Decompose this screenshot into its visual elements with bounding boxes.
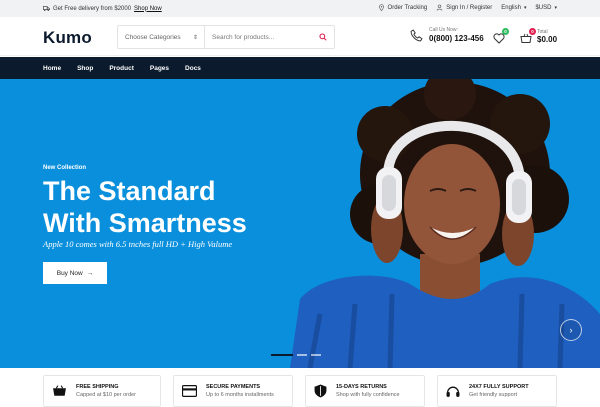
- feature-title: SECURE PAYMENTS: [206, 384, 261, 390]
- feature-subtitle: Get friendly support: [469, 392, 517, 398]
- shield-icon: [314, 384, 327, 398]
- cart-icon: [53, 384, 66, 396]
- buy-now-button[interactable]: Buy Now →: [43, 262, 107, 284]
- headset-icon: [446, 386, 460, 397]
- total-amount: $0.00: [537, 35, 558, 44]
- feature-free-shipping: FREE SHIPPING Capped at $10 per order: [43, 375, 161, 407]
- logo-text: Kumo: [43, 28, 92, 47]
- feature-title: 15-DAYS RETURNS: [336, 384, 387, 390]
- feature-subtitle: Capped at $10 per order: [76, 392, 136, 398]
- nav-item-shop[interactable]: Shop: [77, 65, 93, 72]
- chevron-down-icon: ▾: [523, 4, 527, 11]
- chevron-right-icon: ›: [569, 325, 573, 335]
- hero-title-line2: With Smartness: [43, 208, 247, 238]
- top-bar: Get Free delivery from $2000 Shop Now Or…: [0, 0, 600, 17]
- call-us[interactable]: Call Us Now: 0(800) 123-456: [410, 27, 484, 43]
- currency-select[interactable]: $USD ▾: [535, 5, 557, 11]
- promo-text: Get Free delivery from $2000: [53, 5, 132, 12]
- language-select[interactable]: English ▾: [501, 5, 526, 11]
- wishlist-button[interactable]: 0: [493, 28, 509, 49]
- search-button[interactable]: [312, 33, 334, 41]
- nav-item-product[interactable]: Product: [109, 65, 134, 72]
- location-pin-icon: [378, 4, 384, 11]
- feature-subtitle: Shop with fully confidence: [336, 392, 400, 398]
- phone-icon: [410, 28, 423, 41]
- feature-support: 24X7 FULLY SUPPORT Get friendly support: [437, 375, 557, 407]
- buy-now-label: Buy Now: [56, 269, 83, 277]
- search-placeholder: Search for products...: [212, 33, 275, 41]
- category-select[interactable]: Choose Categories ⇕: [118, 26, 205, 48]
- slider-next-button[interactable]: ›: [560, 319, 582, 341]
- features-strip: FREE SHIPPING Capped at $10 per order SEC…: [0, 368, 600, 407]
- hero-title: The Standard With Smartness: [43, 175, 303, 239]
- slider-dot[interactable]: [311, 354, 321, 356]
- category-select-label: Choose Categories: [125, 33, 181, 41]
- hero-title-line1: The Standard: [43, 176, 216, 206]
- search-input[interactable]: Search for products...: [205, 34, 312, 41]
- feature-secure-payments: SECURE PAYMENTS Up to 6 months installmen…: [173, 375, 293, 407]
- cart-button[interactable]: 0: [520, 28, 536, 49]
- cart-count: 0: [529, 28, 536, 35]
- feature-title: FREE SHIPPING: [76, 384, 119, 390]
- hero-banner: New Collection The Standard With Smartne…: [0, 79, 600, 368]
- hero-image: [290, 79, 600, 368]
- truck-icon: [43, 6, 50, 11]
- updown-icon: ⇕: [192, 34, 198, 41]
- account-label: Sign In / Register: [446, 4, 493, 11]
- currency-label: $USD: [535, 4, 552, 11]
- slider-dot[interactable]: [297, 354, 307, 356]
- main-nav: Home Shop Product Pages Docs: [0, 57, 600, 79]
- top-bar-links: Order Tracking Sign In / Register Englis…: [378, 4, 557, 11]
- feature-returns: 15-DAYS RETURNS Shop with fully confidenc…: [305, 375, 425, 407]
- order-tracking-label: Order Tracking: [387, 4, 428, 11]
- search-icon: [319, 33, 327, 41]
- wishlist-count: 0: [502, 28, 509, 35]
- call-number: 0(800) 123-456: [429, 34, 484, 43]
- cart-total[interactable]: Total $0.00: [537, 29, 557, 44]
- feature-title: 24X7 FULLY SUPPORT: [469, 384, 529, 390]
- credit-card-icon: [182, 385, 197, 397]
- nav-item-pages[interactable]: Pages: [150, 65, 169, 72]
- hero-kicker: New Collection: [43, 165, 87, 171]
- search-bar: Choose Categories ⇕ Search for products.…: [117, 25, 335, 49]
- feature-subtitle: Up to 6 months installments: [206, 392, 274, 398]
- logo[interactable]: Kumo: [43, 28, 92, 48]
- hero-subtitle: Apple 10 comes with 6.5 tnches full HD +…: [43, 239, 233, 249]
- nav-item-home[interactable]: Home: [43, 65, 61, 72]
- user-icon: [436, 4, 443, 11]
- shop-now-link[interactable]: Shop Now: [134, 6, 162, 12]
- account-link[interactable]: Sign In / Register: [436, 4, 492, 11]
- order-tracking-link[interactable]: Order Tracking: [378, 4, 428, 11]
- nav-item-docs[interactable]: Docs: [185, 65, 201, 72]
- language-label: English: [501, 4, 521, 11]
- chevron-down-icon: ▾: [554, 4, 557, 11]
- call-label: Call Us Now:: [429, 27, 458, 33]
- arrow-right-icon: →: [86, 269, 94, 277]
- header: Kumo Choose Categories ⇕ Search for prod…: [0, 17, 600, 56]
- promo: Get Free delivery from $2000 Shop Now: [43, 5, 162, 12]
- slider-dot-active[interactable]: [271, 354, 293, 356]
